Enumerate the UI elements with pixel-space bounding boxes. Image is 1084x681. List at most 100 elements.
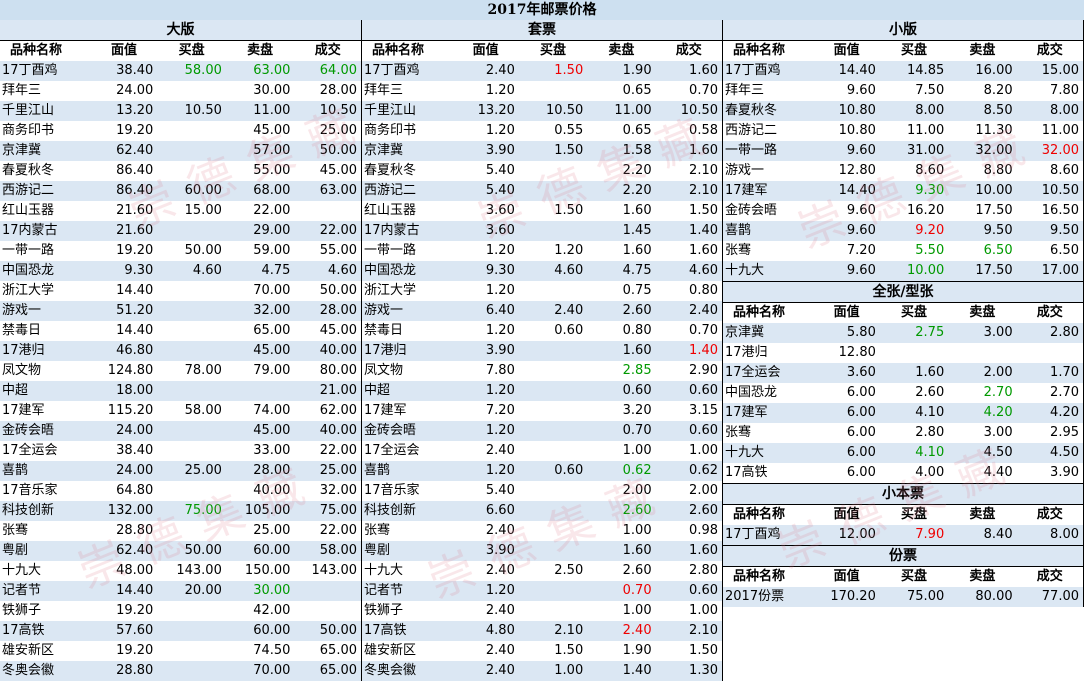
price-cell: 2.20 — [587, 161, 656, 181]
price-cell: 8.50 — [948, 101, 1017, 121]
price-cell: 2.60 — [879, 383, 949, 403]
price-cell: 4.60 — [157, 261, 226, 281]
stamp-name-cell: 17高铁 — [362, 621, 453, 641]
table-row: 17丁酉鸡 2.40 1.50 1.90 1.60 — [362, 61, 722, 81]
price-cell: 19.20 — [90, 601, 158, 621]
price-cell: 7.20 — [813, 241, 880, 261]
price-cell — [157, 161, 226, 181]
table-row: 中超 1.20 0.60 0.60 — [362, 381, 722, 401]
price-cell: 0.60 — [655, 581, 722, 601]
price-cell: 3.60 — [452, 201, 519, 221]
price-cell: 2.40 — [452, 61, 519, 81]
price-cell: 0.60 — [655, 381, 722, 401]
price-cell: 2.40 — [452, 601, 519, 621]
stamp-name-cell: 17音乐家 — [362, 481, 453, 501]
price-cell: 1.60 — [587, 201, 656, 221]
table-row: 17建军 115.20 58.00 74.00 62.00 — [0, 401, 361, 421]
column-header: 品种名称 — [0, 41, 91, 61]
price-cell: 32.00 — [948, 141, 1017, 161]
header-row: 品种名称 面值 买盘 卖盘 成交 — [723, 303, 1083, 323]
price-cell: 11.30 — [948, 121, 1017, 141]
table-fenpiao: 品种名称 面值 买盘 卖盘 成交 2017份票 170.20 75.00 80.00 77.00 — [723, 567, 1083, 607]
price-cell: 28.80 — [90, 521, 158, 541]
column-header: 成交 — [655, 41, 722, 61]
price-cell: 4.20 — [948, 403, 1017, 423]
price-cell: 1.60 — [655, 61, 722, 81]
stamp-name-cell: 喜鹊 — [362, 461, 453, 481]
price-cell: 6.50 — [948, 241, 1017, 261]
price-cell: 45.00 — [225, 341, 295, 361]
table-row: 17内蒙古 21.60 29.00 22.00 — [0, 221, 361, 241]
price-cell: 42.00 — [225, 601, 295, 621]
price-cell: 78.00 — [157, 361, 226, 381]
price-cell: 50.00 — [294, 281, 361, 301]
price-cell: 1.50 — [518, 141, 588, 161]
stamp-name-cell: 17内蒙古 — [0, 221, 91, 241]
stamp-name-cell: 一带一路 — [362, 241, 453, 261]
price-cell: 1.00 — [518, 661, 588, 681]
stamp-name-cell: 中国恐龙 — [0, 261, 91, 281]
price-cell: 9.60 — [813, 201, 880, 221]
price-cell: 25.00 — [294, 461, 361, 481]
section-title-daban: 大版 — [0, 20, 361, 41]
table-row: 冬奥会徽 2.40 1.00 1.40 1.30 — [362, 661, 722, 681]
stamp-name-cell: 十九大 — [723, 443, 814, 463]
panel-taopiao: 套票 品种名称 面值 买盘 卖盘 成交 17丁酉鸡 2.40 1.50 1.90 1.60 拜年三 1… — [362, 20, 723, 681]
stamp-name-cell: 一带一路 — [0, 241, 91, 261]
header-row: 品种名称 面值 买盘 卖盘 成交 — [362, 41, 722, 61]
column-header: 买盘 — [518, 41, 588, 61]
price-cell — [518, 381, 588, 401]
price-cell — [157, 481, 226, 501]
price-cell: 3.90 — [452, 141, 519, 161]
table-row: 17高铁 4.80 2.10 2.40 2.10 — [362, 621, 722, 641]
price-cell: 30.00 — [225, 581, 295, 601]
stamp-name-cell: 十九大 — [0, 561, 91, 581]
price-cell: 8.60 — [1016, 161, 1083, 181]
stamp-name-cell: 西游记二 — [723, 121, 814, 141]
price-cell: 7.50 — [879, 81, 949, 101]
price-cell — [518, 501, 588, 521]
price-cell: 0.70 — [655, 81, 722, 101]
section-title-taopiao: 套票 — [362, 20, 722, 41]
price-cell: 9.60 — [813, 221, 880, 241]
stamp-name-cell: 科技创新 — [0, 501, 91, 521]
price-cell: 6.00 — [813, 463, 880, 483]
price-sheet: 2017年邮票价格 大版 品种名称 面值 买盘 卖盘 成交 17丁酉鸡 38.40 58.00… — [0, 0, 1084, 681]
stamp-name-cell: 春夏秋冬 — [362, 161, 453, 181]
price-cell: 31.00 — [879, 141, 949, 161]
price-cell — [157, 521, 226, 541]
price-cell: 5.40 — [452, 161, 519, 181]
table-row: 凤文物 7.80 2.85 2.90 — [362, 361, 722, 381]
table-row: 中国恐龙 9.30 4.60 4.75 4.60 — [362, 261, 722, 281]
stamp-name-cell: 商务印书 — [0, 121, 91, 141]
table-row: 雄安新区 2.40 1.50 1.90 1.50 — [362, 641, 722, 661]
price-cell: 2.95 — [1016, 423, 1083, 443]
price-cell — [225, 381, 295, 401]
price-cell — [518, 401, 588, 421]
price-cell: 21.60 — [90, 221, 158, 241]
price-cell: 6.50 — [1016, 241, 1083, 261]
price-cell: 143.00 — [294, 561, 361, 581]
table-row: 千里江山 13.20 10.50 11.00 10.50 — [362, 101, 722, 121]
table-row: 红山玉器 21.60 15.00 22.00 — [0, 201, 361, 221]
price-cell: 1.60 — [587, 541, 656, 561]
price-cell — [157, 381, 226, 401]
price-cell: 1.20 — [452, 321, 519, 341]
price-cell: 2.00 — [655, 481, 722, 501]
price-cell: 19.20 — [90, 641, 158, 661]
price-cell — [518, 361, 588, 381]
table-row: 拜年三 1.20 0.65 0.70 — [362, 81, 722, 101]
price-cell — [518, 221, 588, 241]
price-cell: 1.20 — [452, 241, 519, 261]
price-cell: 0.98 — [655, 521, 722, 541]
table-row: 千里江山 13.20 10.50 11.00 10.50 — [0, 101, 361, 121]
price-cell: 74.00 — [225, 401, 295, 421]
price-cell: 17.50 — [948, 201, 1017, 221]
price-cell — [294, 581, 361, 601]
price-cell: 28.00 — [294, 81, 361, 101]
column-header: 成交 — [1016, 505, 1083, 525]
table-row: 十九大 6.00 4.10 4.50 4.50 — [723, 443, 1083, 463]
price-cell: 2.40 — [518, 301, 588, 321]
price-cell: 6.40 — [452, 301, 519, 321]
price-cell: 170.20 — [813, 587, 880, 607]
